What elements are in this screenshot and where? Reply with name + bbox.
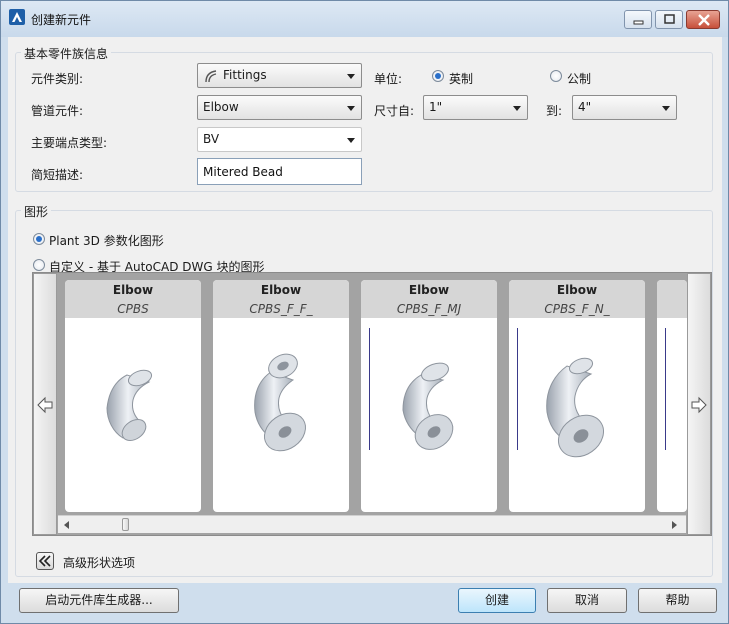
parametric-radio[interactable] (33, 233, 45, 245)
shape-card[interactable]: Elbow CPBS_F_MJ (361, 280, 497, 512)
shape-card-partial[interactable] (657, 280, 687, 512)
maximize-button[interactable] (655, 10, 683, 29)
card-name: Elbow (408, 283, 450, 297)
unit-metric-radio[interactable] (550, 70, 562, 82)
size-from-value: 1" (429, 100, 443, 114)
minimize-icon (633, 20, 644, 25)
chevron-down-icon (662, 106, 670, 111)
shape-card[interactable]: Elbow CPBS_F_F_ (213, 280, 349, 512)
graphics-title: 图形 (21, 203, 52, 220)
elbow-flanged-preview-icon (254, 353, 306, 452)
close-icon (698, 14, 710, 26)
elbow-nozzle-preview-icon (546, 357, 604, 458)
close-button[interactable] (686, 10, 720, 29)
card-name: Elbow (260, 283, 302, 297)
basic-info-title: 基本零件族信息 (21, 45, 112, 62)
component-value: Elbow (203, 100, 239, 114)
chevron-down-icon (513, 106, 521, 111)
minimize-button[interactable] (624, 10, 652, 29)
shape-card[interactable]: Elbow CPBS (65, 280, 201, 512)
size-to-label: 到: (546, 104, 563, 118)
double-chevron-left-icon (38, 555, 51, 567)
size-from-dropdown[interactable]: 1" (423, 95, 528, 120)
component-label: 管道元件: (31, 104, 84, 118)
create-button[interactable]: 创建 (458, 588, 536, 613)
card-code: CPBS_F_F_ (249, 302, 313, 316)
divider-line (665, 328, 666, 450)
chevron-down-icon (347, 138, 355, 143)
horizontal-scrollbar[interactable] (58, 515, 686, 533)
scroll-right-arrow-icon[interactable] (672, 521, 677, 529)
size-to-dropdown[interactable]: 4" (572, 95, 677, 120)
fitting-icon (205, 70, 217, 83)
card-name: Elbow (556, 283, 598, 297)
card-code: CPBS_F_N_ (544, 302, 610, 316)
unit-metric-label[interactable]: 公制 (567, 70, 591, 87)
elbow-preview-icon (106, 369, 153, 441)
class-dropdown[interactable]: Fittings (197, 63, 362, 88)
create-component-dialog: 创建新元件 基本零件族信息 元件类别: Fittings 单位: 英制 公制 管… (0, 0, 729, 624)
shape-gallery: Elbow CPBS Elbow CPBS_F_F_ Elbow CPBS_F_… (32, 272, 712, 536)
elbow-mj-preview-icon (402, 362, 454, 450)
scroll-left-arrow-icon[interactable] (64, 521, 69, 529)
end-type-value: BV (203, 132, 220, 146)
launch-builder-button[interactable]: 启动元件库生成器... (19, 588, 179, 613)
shape-card[interactable]: Elbow CPBS_F_N_ (509, 280, 645, 512)
arrow-right-icon (691, 396, 707, 414)
card-name: Elbow (112, 283, 154, 297)
description-input[interactable] (198, 159, 361, 184)
card-code: CPBS (117, 302, 149, 316)
size-to-value: 4" (578, 100, 592, 114)
app-icon (9, 9, 25, 25)
chevron-down-icon (347, 106, 355, 111)
title-bar[interactable]: 创建新元件 (1, 1, 728, 37)
cancel-button[interactable]: 取消 (547, 588, 627, 613)
maximize-icon (664, 14, 675, 24)
advanced-options-label[interactable]: 高级形状选项 (63, 554, 135, 571)
size-from-label: 尺寸自: (374, 104, 415, 118)
scroll-thumb[interactable] (122, 518, 129, 531)
scroll-left-button[interactable] (33, 273, 57, 535)
end-type-dropdown[interactable]: BV (197, 127, 362, 152)
parametric-label[interactable]: Plant 3D 参数化图形 (49, 232, 164, 249)
dialog-body: 基本零件族信息 元件类别: Fittings 单位: 英制 公制 管道元件: E… (8, 37, 722, 583)
help-button[interactable]: 帮助 (638, 588, 717, 613)
component-dropdown[interactable]: Elbow (197, 95, 362, 120)
class-value: Fittings (223, 68, 267, 82)
card-header (657, 280, 687, 318)
custom-radio[interactable] (33, 259, 45, 271)
scroll-right-button[interactable] (687, 273, 711, 535)
unit-imperial-radio[interactable] (432, 70, 444, 82)
description-label: 简短描述: (31, 168, 84, 182)
basic-info-group (15, 52, 713, 192)
unit-label: 单位: (374, 72, 403, 86)
unit-imperial-label[interactable]: 英制 (449, 70, 473, 87)
class-label: 元件类别: (31, 72, 84, 86)
card-code: CPBS_F_MJ (396, 302, 462, 316)
end-type-label: 主要端点类型: (31, 136, 108, 150)
window-title: 创建新元件 (31, 13, 92, 27)
advanced-options-toggle[interactable] (36, 552, 54, 570)
chevron-down-icon (347, 74, 355, 79)
arrow-left-icon (37, 396, 53, 414)
description-field[interactable] (197, 158, 362, 185)
